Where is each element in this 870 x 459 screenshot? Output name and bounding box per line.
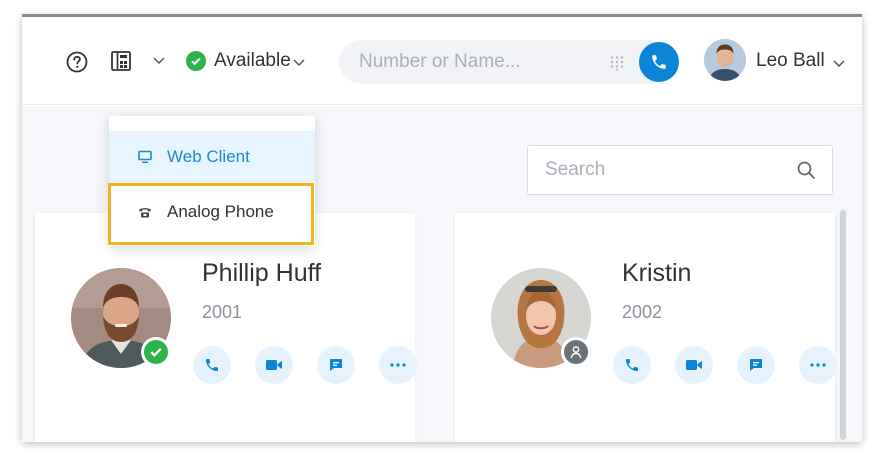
phone-icon [652,55,666,69]
top-bar: Available Number or Name... Leo Ball [22,17,862,105]
chat-bubble-icon [330,359,342,371]
chat-bubble-icon [750,359,762,371]
call-button[interactable] [193,346,231,384]
phone-handset-icon [137,204,153,220]
device-dropdown-menu: Web Client Analog Phone [108,116,315,246]
status-chevron-down-icon [293,59,305,67]
user-name[interactable]: Leo Ball [756,50,825,72]
contact-name: Kristin [622,259,692,287]
more-options-button[interactable] [379,346,417,384]
presence-offline-icon [561,337,591,367]
video-call-button[interactable] [675,346,713,384]
contact-actions [613,346,861,384]
device-chevron-down-icon[interactable] [152,56,166,66]
contact-search-input[interactable] [545,146,785,194]
status-label: Available [214,50,291,71]
user-avatar[interactable] [704,39,746,81]
contact-actions [193,346,441,384]
message-button[interactable] [737,346,775,384]
more-options-button[interactable] [799,346,837,384]
contact-name: Phillip Huff [202,259,322,287]
contact-extension: 2002 [622,302,663,322]
scrollbar[interactable] [840,210,846,440]
contact-search-box [527,145,833,195]
user-chevron-down-icon[interactable] [832,59,846,69]
app-window: Available Number or Name... Leo Ball Sea… [22,14,862,442]
phone-icon [626,359,638,371]
number-or-name-input[interactable] [359,40,589,84]
video-camera-icon [266,360,282,370]
more-dots-icon [390,363,406,367]
contact-card[interactable]: Kristin 2002 [455,213,837,442]
menu-item-web-client[interactable]: Web Client [109,131,315,183]
menu-item-label: Analog Phone [167,202,274,221]
device-selector-icon[interactable] [110,50,132,72]
contact-card[interactable]: Phillip Huff 2001 [35,213,417,442]
message-button[interactable] [317,346,355,384]
phone-icon [206,359,218,371]
monitor-icon [137,149,153,165]
video-camera-icon [686,360,702,370]
call-button[interactable] [613,346,651,384]
help-icon[interactable] [66,51,88,73]
search-icon[interactable] [796,160,816,180]
dial-call-button[interactable] [639,42,679,82]
contact-extension: 2001 [202,302,243,322]
presence-available-icon [141,337,171,367]
available-status-icon [186,51,206,71]
menu-item-analog-phone[interactable]: Analog Phone [109,186,315,238]
presence-status-selector[interactable]: Available [186,49,306,73]
more-dots-icon [810,363,826,367]
video-call-button[interactable] [255,346,293,384]
menu-item-label: Web Client [167,147,250,166]
dial-search-bar [339,40,679,84]
dialpad-icon[interactable] [609,55,625,71]
